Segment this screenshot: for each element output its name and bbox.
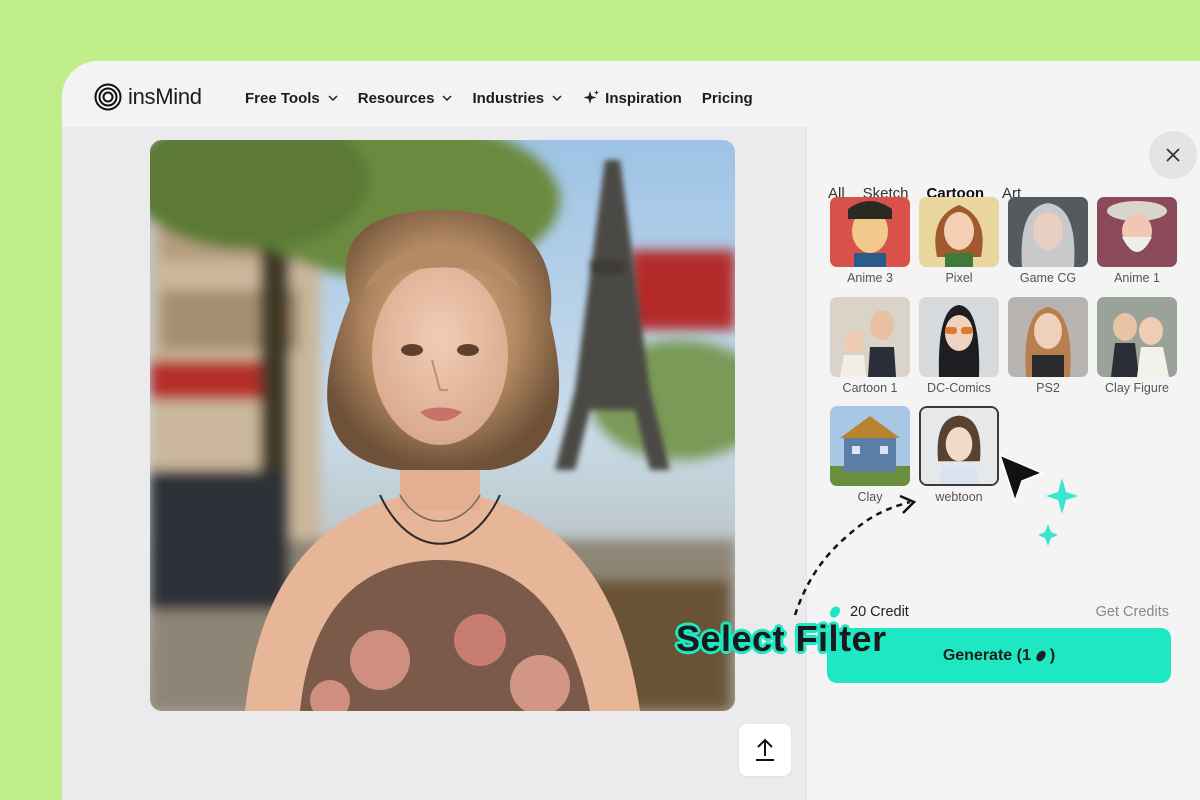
- logo[interactable]: insMind: [94, 83, 202, 111]
- filter-thumbnail: [830, 297, 910, 377]
- uploaded-photo: [150, 140, 735, 711]
- filter-anime-3[interactable]: Anime 3: [829, 197, 911, 285]
- generate-label: Generate (1: [942, 646, 1031, 664]
- upload-button[interactable]: [739, 724, 791, 776]
- portrait-image: [150, 140, 735, 711]
- filter-label: Cartoon 1: [842, 381, 898, 395]
- filter-label: webtoon: [935, 490, 983, 504]
- menu-pricing[interactable]: Pricing: [702, 90, 753, 107]
- menu-resources-label: Resources: [357, 89, 435, 107]
- top-nav: insMind Free Tools Resources Industries …: [62, 61, 1200, 127]
- close-button[interactable]: [1149, 131, 1197, 179]
- filter-thumbnail: [919, 297, 999, 377]
- menu-free-tools[interactable]: Free Tools: [245, 90, 338, 107]
- app-window: insMind Free Tools Resources Industries …: [62, 61, 1200, 800]
- filter-label: Pixel: [945, 271, 973, 285]
- filter-clay[interactable]: Clay: [829, 406, 911, 504]
- filter-thumbnail: [830, 197, 910, 267]
- filter-thumbnail: [830, 406, 910, 486]
- brand-name: insMind: [128, 84, 202, 109]
- filter-thumbnail: [1097, 297, 1177, 377]
- filter-label: DC-Comics: [927, 381, 991, 395]
- credits-row: 20 Credit Get Credits: [828, 604, 1169, 620]
- filter-label: Game CG: [1019, 271, 1077, 285]
- filter-dc-comics[interactable]: DC-Comics: [918, 297, 1000, 395]
- filter-label: PS2: [1036, 381, 1060, 395]
- filter-thumbnail: [1008, 297, 1088, 377]
- close-icon: [1166, 148, 1180, 162]
- filter-cartoon-1[interactable]: Cartoon 1: [829, 297, 911, 395]
- get-credits-link[interactable]: Get Credits: [1096, 604, 1169, 620]
- chevron-down-icon: [552, 95, 562, 101]
- menu-industries[interactable]: Industries: [472, 90, 562, 107]
- menu-free-tools-label: Free Tools: [245, 89, 320, 107]
- upload-icon: [756, 738, 774, 761]
- filter-thumbnail: [1097, 197, 1177, 267]
- menu-pricing-label: Pricing: [701, 89, 753, 107]
- main-menu: Free Tools Resources Industries Inspirat…: [245, 89, 773, 107]
- filter-thumbnail: [919, 197, 999, 267]
- sparkle-icon: [583, 90, 600, 104]
- filter-clay-figure[interactable]: Clay Figure: [1096, 297, 1178, 395]
- filter-ps2[interactable]: PS2: [1007, 297, 1089, 395]
- menu-industries-label: Industries: [472, 89, 545, 107]
- filter-label: Clay: [857, 490, 883, 504]
- generate-label-suffix: ): [1049, 646, 1056, 664]
- filter-anime-1[interactable]: Anime 1: [1096, 197, 1178, 285]
- generate-button[interactable]: Generate (1 ): [827, 628, 1171, 683]
- chevron-down-icon: [328, 95, 338, 101]
- credit-amount: 20 Credit: [850, 604, 909, 620]
- filter-thumbnail: [1008, 197, 1088, 267]
- credit-icon: [1036, 650, 1046, 661]
- filter-thumbnail-selected: [919, 406, 999, 486]
- menu-resources[interactable]: Resources: [358, 90, 453, 107]
- insmind-logo-icon: [94, 83, 122, 111]
- credit-balance: 20 Credit: [828, 604, 909, 620]
- menu-inspiration-label: Inspiration: [605, 89, 682, 107]
- filter-label: Anime 1: [1114, 271, 1160, 285]
- chevron-down-icon: [442, 95, 452, 101]
- canvas-area: [62, 127, 806, 800]
- credit-icon: [829, 606, 841, 618]
- filter-label: Clay Figure: [1105, 381, 1169, 395]
- filter-webtoon[interactable]: webtoon: [918, 406, 1000, 504]
- filter-game-cg[interactable]: Game CG: [1007, 197, 1089, 285]
- menu-inspiration[interactable]: Inspiration: [582, 89, 682, 107]
- filter-pixel[interactable]: Pixel: [918, 197, 1000, 285]
- filter-label: Anime 3: [847, 271, 893, 285]
- filter-panel: All Sketch Cartoon Art Anime 3 Pixel Gam…: [806, 127, 1200, 800]
